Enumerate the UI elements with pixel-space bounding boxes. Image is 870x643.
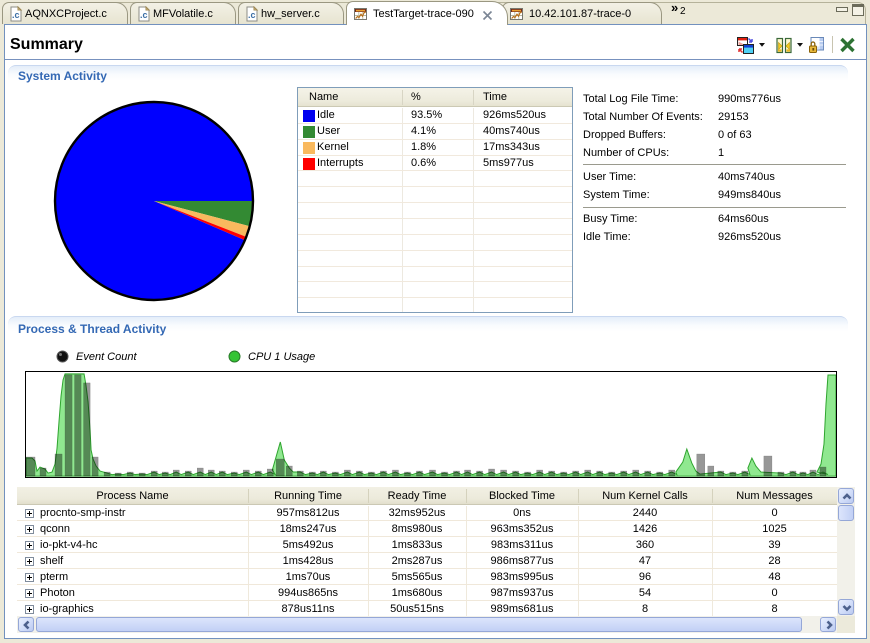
svg-text:.c: .c xyxy=(140,10,148,20)
svg-text:.c: .c xyxy=(248,10,256,20)
svg-text:.c: .c xyxy=(12,10,20,20)
